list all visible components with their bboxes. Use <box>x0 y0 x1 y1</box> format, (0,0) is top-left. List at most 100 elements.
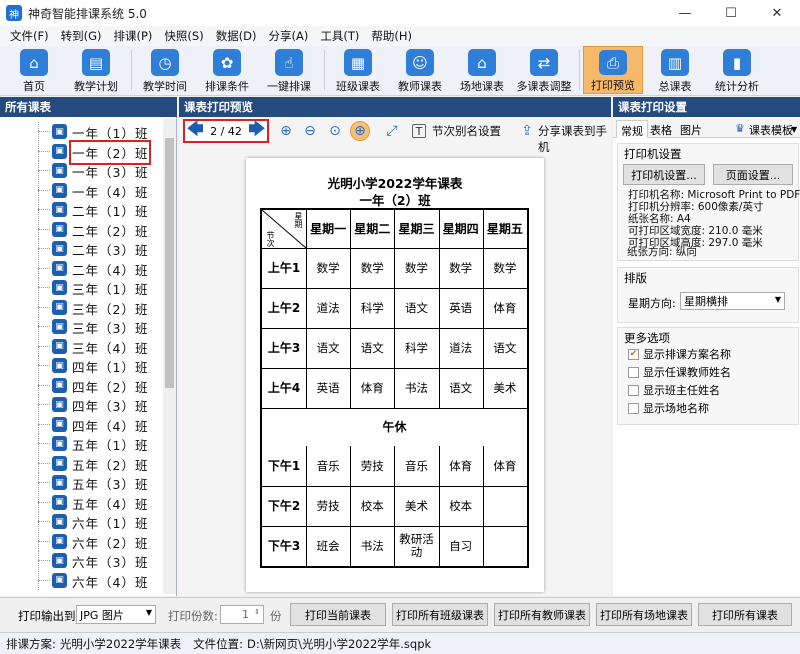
toolbar-button-0[interactable]: ⌂ 首页 <box>4 46 64 94</box>
copies-spinner[interactable]: 1 ⇕ <box>220 605 264 624</box>
tree-item-class[interactable]: ▣ 四年（2）班 <box>0 375 163 395</box>
right-panel: 课表打印设置 常规 表格 图片 ♛ 课表模板 ▼ 打印机设置 打印机设置... … <box>613 97 800 596</box>
tree-item-class[interactable]: ▣ 一年（2）班 <box>0 139 163 165</box>
tree-item-class[interactable]: ▣ 一年（3）班 <box>0 161 163 180</box>
zoom-out-icon[interactable]: ⊖ <box>300 121 320 141</box>
print-current-button[interactable]: 打印当前课表 <box>290 603 386 626</box>
class-node-icon: ▣ <box>52 553 67 568</box>
tab-general[interactable]: 常规 <box>616 120 648 138</box>
checkbox-icon[interactable] <box>628 402 639 414</box>
tree-item-class[interactable]: ▣ 五年（3）班 <box>0 473 163 492</box>
menu-tools[interactable]: 工具(T) <box>314 28 365 44</box>
tree-item-class[interactable]: ▣ 六年（3）班 <box>0 551 163 570</box>
tree-item-class[interactable]: ▣ 三年（4）班 <box>0 336 163 356</box>
output-value: JPG 图片 <box>80 608 124 622</box>
option-checkbox-2[interactable]: 显示班主任姓名 <box>628 382 720 398</box>
tree-scrollbar[interactable] <box>163 118 176 594</box>
share-to-phone-button[interactable]: 分享课表到手机 <box>538 123 611 155</box>
output-select[interactable]: JPG 图片 ▼ <box>76 605 156 624</box>
toolbar-button-3[interactable]: ✿ 排课条件 <box>197 46 257 94</box>
day-header: 星期二 <box>354 221 391 236</box>
option-checkbox-0[interactable]: ✔ 显示排课方案名称 <box>628 346 731 362</box>
menu-file[interactable]: 文件(F) <box>4 28 55 44</box>
option-checkbox-3[interactable]: 显示场地名称 <box>628 400 709 416</box>
menu-data[interactable]: 数据(D) <box>210 28 263 44</box>
tree-item-class[interactable]: ▣ 六年（1）班 <box>0 512 163 531</box>
toolbar-button-10[interactable]: ▥ 总课表 <box>645 46 705 94</box>
tree-item-class[interactable]: ▣ 二年（4）班 <box>0 258 163 278</box>
tree-item-label: 六年（3）班 <box>72 555 149 570</box>
toolbar-button-11[interactable]: ▮ 统计分析 <box>707 46 767 94</box>
day-header: 星期一 <box>310 221 347 236</box>
toolbar-button-8[interactable]: ⇄ 多课表调整 <box>514 46 574 94</box>
tree-item-class[interactable]: ▣ 六年（2）班 <box>0 531 163 551</box>
tree-item-class[interactable]: ▣ 一年（4）班 <box>0 180 163 200</box>
tree-item-class[interactable]: ▣ 四年（1）班 <box>0 356 163 375</box>
spinner-arrows-icon[interactable]: ⇕ <box>254 608 260 616</box>
tree-item-class[interactable]: ▣ 三年（3）班 <box>0 317 163 336</box>
tree-item-class[interactable]: ▣ 六年（4）班 <box>0 570 163 590</box>
plan-icon: ▤ <box>82 49 110 76</box>
minimize-button[interactable]: — <box>662 0 708 26</box>
bottom-bar: 打印输出到: JPG 图片 ▼ 打印份数: 1 ⇕ 份 打印当前课表 打印所有班… <box>0 597 800 631</box>
menu-schedule[interactable]: 排课(P) <box>107 28 158 44</box>
print-all-teachers-button[interactable]: 打印所有教师课表 <box>494 603 590 626</box>
class-node-icon: ▣ <box>52 319 67 334</box>
tree-item-class[interactable]: ▣ 二年（3）班 <box>0 239 163 258</box>
more-options-group: 更多选项 ✔ 显示排课方案名称 显示任课教师姓名 显示班主任姓名 显示场地名称 <box>617 327 799 425</box>
tree-item-class[interactable]: ▣ 五年（2）班 <box>0 453 163 473</box>
fullscreen-icon[interactable]: ⤢ <box>382 121 402 141</box>
file-label: 文件位置: <box>193 636 244 651</box>
tree-item-class[interactable]: ▣ 四年（4）班 <box>0 414 163 434</box>
tree-item-class[interactable]: ▣ 二年（1）班 <box>0 200 163 219</box>
zoom-in-icon[interactable]: ⊕ <box>276 121 296 141</box>
prev-page-button[interactable]: 🡄 <box>187 118 204 145</box>
tree-item-class[interactable]: ▣ 二年（2）班 <box>0 219 163 239</box>
print-all-button[interactable]: 打印所有课表 <box>698 603 792 626</box>
tree-item-class[interactable]: ▣ 一年（1）班 <box>0 122 163 141</box>
tree-item-class[interactable]: ▣ 五年（1）班 <box>0 434 163 453</box>
option-checkbox-1[interactable]: 显示任课教师姓名 <box>628 364 731 380</box>
scrollbar-thumb[interactable] <box>165 138 174 388</box>
maximize-button[interactable]: ☐ <box>708 0 754 26</box>
print-all-classes-button[interactable]: 打印所有班级课表 <box>392 603 488 626</box>
printer-settings-button[interactable]: 打印机设置... <box>623 164 705 185</box>
tree-item-class[interactable]: ▣ 三年（2）班 <box>0 297 163 317</box>
tree-item-class[interactable]: ▣ 三年（1）班 <box>0 278 163 297</box>
checked-icon[interactable]: ✔ <box>628 348 639 360</box>
toolbar-button-2[interactable]: ◷ 教学时间 <box>135 46 195 94</box>
toolbar-button-1[interactable]: ▤ 教学计划 <box>66 46 126 94</box>
menu-snapshot[interactable]: 快照(S) <box>158 28 209 44</box>
tab-table[interactable]: 表格 <box>646 120 676 138</box>
zoom-fit-icon[interactable]: ⊕ <box>350 121 370 141</box>
next-page-button[interactable]: 🡆 <box>248 118 265 145</box>
menu-help[interactable]: 帮助(H) <box>365 28 418 44</box>
toolbar-button-6[interactable]: ☺ 教师课表 <box>390 46 450 94</box>
toolbar-button-9[interactable]: ⎙ 打印预览 <box>583 46 643 94</box>
week-direction-select[interactable]: 星期横排 ▼ <box>680 292 785 310</box>
tree-line <box>38 540 50 542</box>
menu-goto[interactable]: 转到(G) <box>55 28 108 44</box>
tree-item-class[interactable]: ▣ 四年（3）班 <box>0 395 163 414</box>
checkbox-icon[interactable] <box>628 366 639 378</box>
print-icon: ⎙ <box>599 50 627 75</box>
menu-bar: 文件(F) 转到(G) 排课(P) 快照(S) 数据(D) 分享(A) 工具(T… <box>0 26 800 46</box>
toolbar-button-4[interactable]: ☝ 一键排课 <box>259 46 319 94</box>
toolbar-button-5[interactable]: ▦ 班级课表 <box>328 46 388 94</box>
checkbox-icon[interactable] <box>628 384 639 396</box>
tree-item-label: 六年（4）班 <box>72 574 149 590</box>
page-settings-button[interactable]: 页面设置... <box>713 164 793 185</box>
close-button[interactable]: ✕ <box>754 0 800 26</box>
menu-share[interactable]: 分享(A) <box>263 28 315 44</box>
print-all-venues-button[interactable]: 打印所有场地课表 <box>596 603 692 626</box>
schedule-cell: 体育 <box>360 380 384 395</box>
toolbar-button-7[interactable]: ⌂ 场地课表 <box>452 46 512 94</box>
alias-settings-button[interactable]: 节次别名设置 <box>432 123 501 139</box>
tab-image[interactable]: 图片 <box>676 120 706 138</box>
toolbar-separator <box>579 50 580 90</box>
center-panel: 课表打印预览 🡄 2 / 42 🡆 ⊕ ⊖ ⊙ ⊕ ⤢ T 节次别名设置 ⇪ 分… <box>179 97 611 596</box>
zoom-actual-icon[interactable]: ⊙ <box>325 121 345 141</box>
chevron-down-icon[interactable]: ▼ <box>787 123 800 141</box>
tree-line <box>38 423 50 425</box>
tree-item-class[interactable]: ▣ 五年（4）班 <box>0 492 163 512</box>
